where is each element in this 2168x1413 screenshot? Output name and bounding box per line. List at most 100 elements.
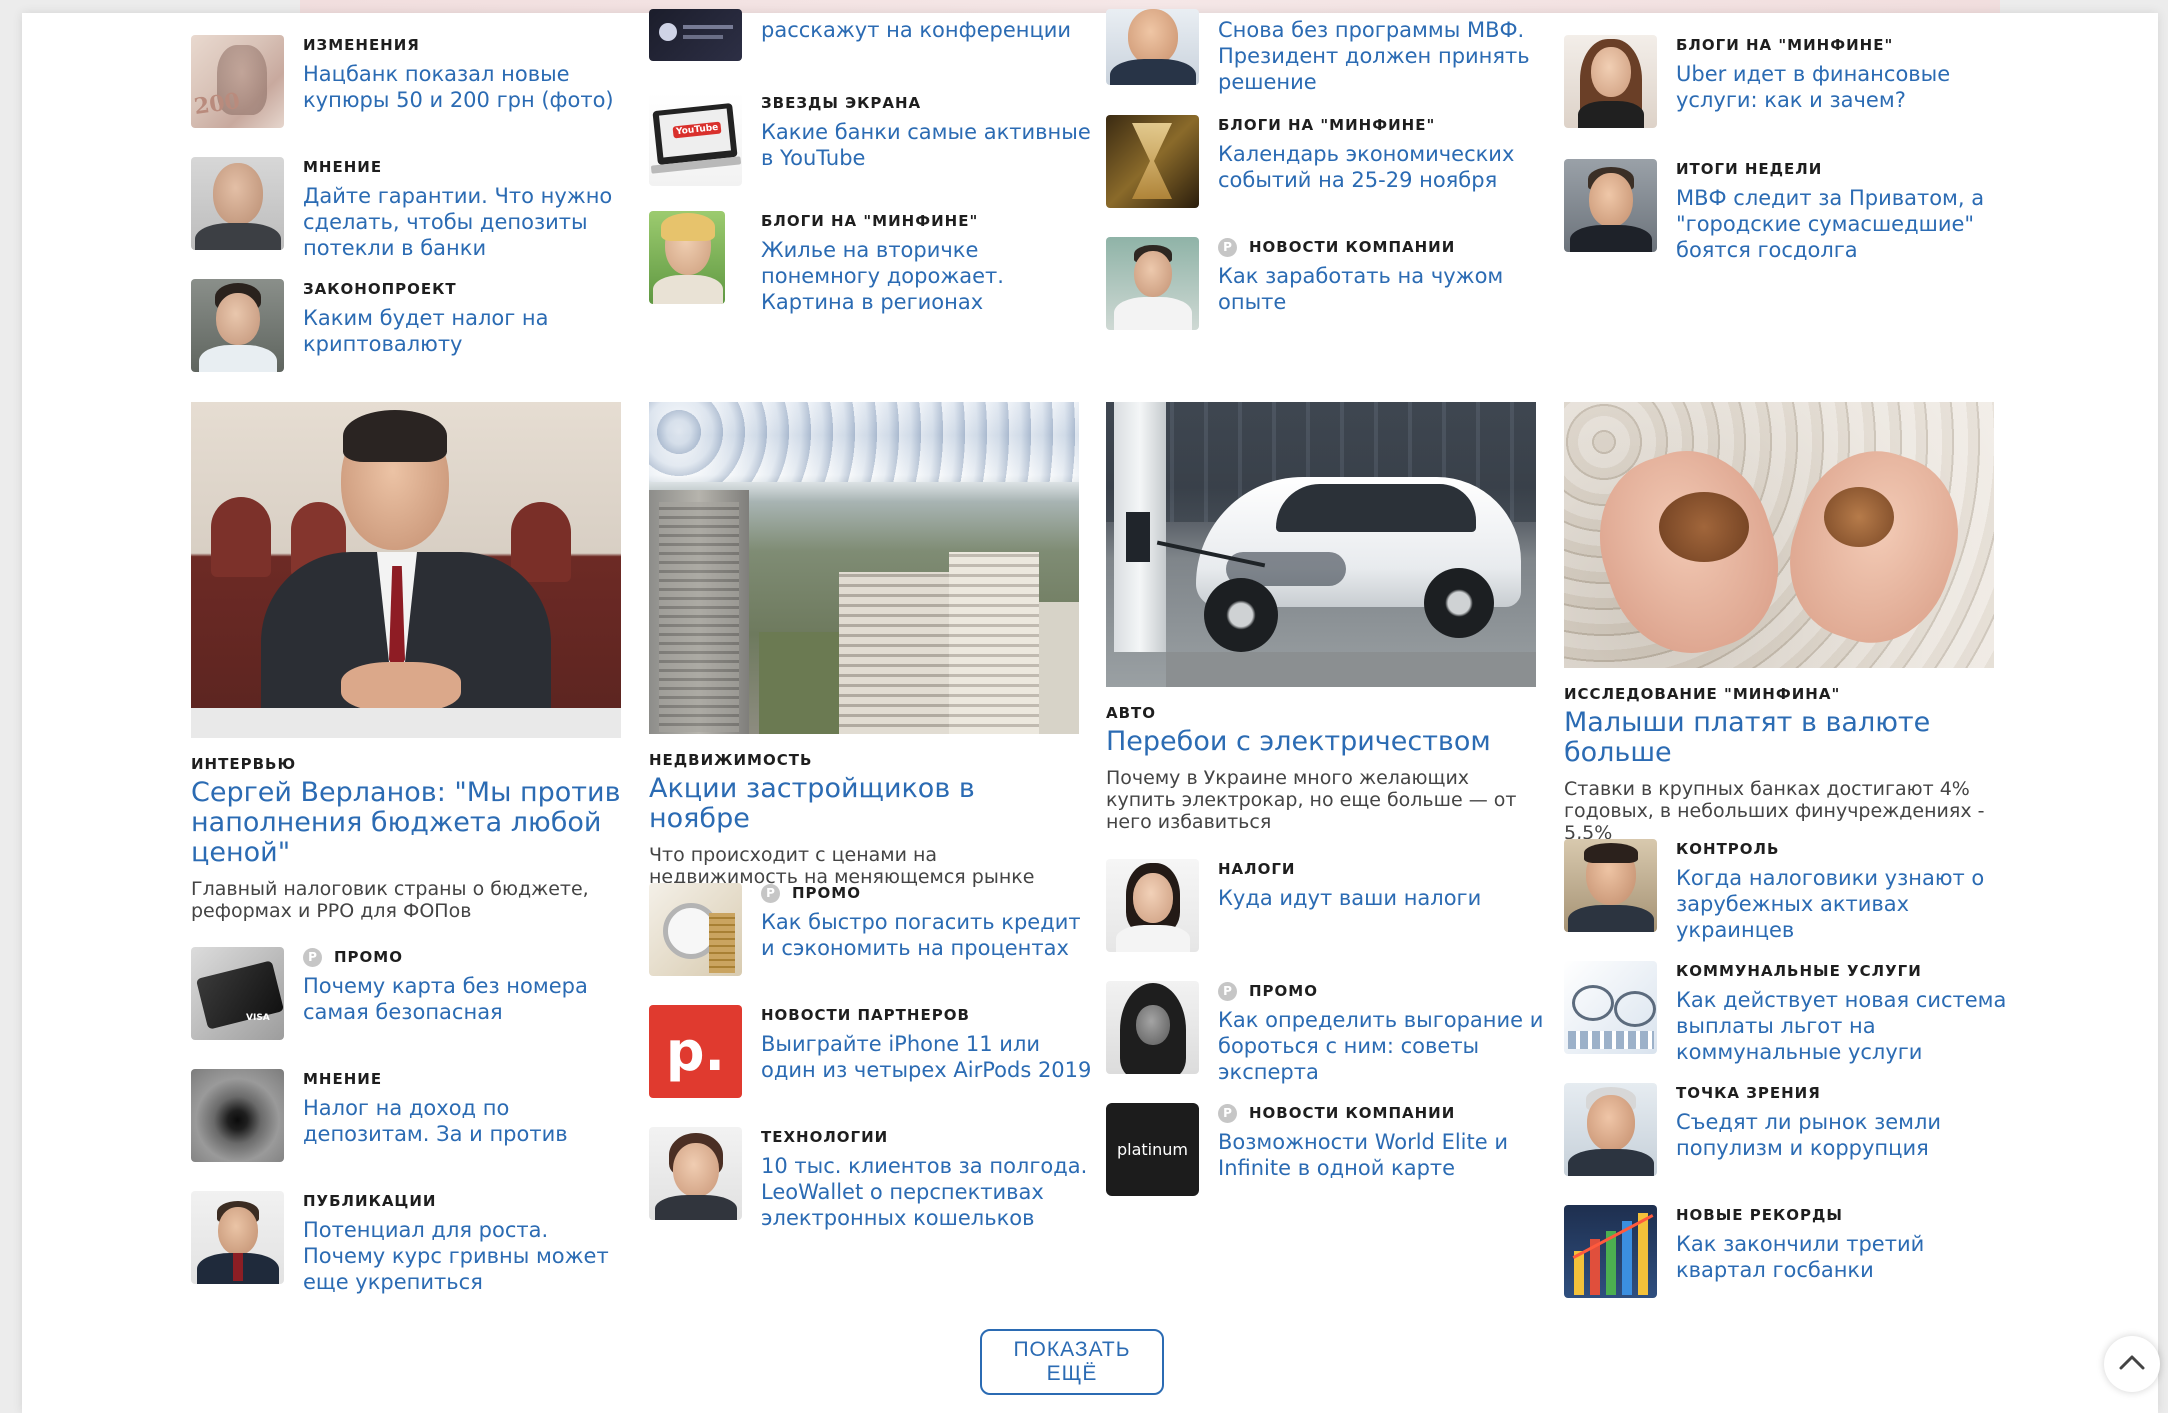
author-photo[interactable]: [1106, 859, 1199, 952]
banknote-thumbnail[interactable]: 200: [191, 35, 284, 128]
headline-link[interactable]: Нацбанк показал новые купюры 50 и 200 гр…: [303, 61, 636, 113]
news-item[interactable]: ПУБЛИКАЦИИ Потенциал для роста. Почему к…: [191, 1191, 636, 1294]
headline-link[interactable]: Налог на доход по депозитам. За и против: [303, 1095, 636, 1147]
headline-link[interactable]: Как быстро погасить кредит и сэкономить …: [761, 909, 1094, 961]
stopwatch-coins-thumbnail[interactable]: [649, 883, 742, 976]
author-photo[interactable]: [1106, 9, 1199, 85]
headline-link[interactable]: Как заработать на чужом опыте: [1218, 263, 1551, 315]
category-label: P НОВОСТИ КОМПАНИИ: [1218, 237, 1551, 257]
promo-badge-icon: P: [1218, 237, 1237, 257]
headline-link[interactable]: Дайте гарантии. Что нужно сделать, чтобы…: [303, 183, 636, 261]
author-photo[interactable]: [649, 1127, 742, 1220]
news-item[interactable]: НОВЫЕ РЕКОРДЫ Как закончили третий кварт…: [1564, 1205, 2009, 1305]
news-item[interactable]: p. НОВОСТИ ПАРТНЕРОВ Выиграйте iPhone 11…: [649, 1005, 1094, 1105]
bar-chart-thumbnail[interactable]: [1564, 1205, 1657, 1298]
author-photo[interactable]: [1564, 839, 1657, 932]
news-item[interactable]: ТОЧКА ЗРЕНИЯ Съедят ли рынок земли попул…: [1564, 1083, 2009, 1183]
author-photo[interactable]: [649, 211, 725, 304]
featured-headline-link[interactable]: Акции застройщиков в ноябре: [649, 774, 1079, 834]
headline-link[interactable]: МВФ следит за Приватом, а "городские сум…: [1676, 185, 2009, 263]
category-label: P ПРОМО: [761, 883, 1094, 903]
author-photo[interactable]: [1106, 237, 1199, 330]
news-item[interactable]: БЛОГИ НА "МИНФИНЕ" Жилье на вторичке пон…: [649, 211, 1094, 314]
news-item[interactable]: P ПРОМО Как определить выгорание и борот…: [1106, 981, 1551, 1084]
news-item[interactable]: КОНТРОЛЬ Когда налоговики узнают о заруб…: [1564, 839, 2009, 942]
news-item[interactable]: КОММУНАЛЬНЫЕ УСЛУГИ Как действует новая …: [1564, 961, 2009, 1064]
headline-link[interactable]: Какие банки самые активные в YouTube: [761, 119, 1094, 171]
headline-link[interactable]: Снова без программы МВФ. Президент долже…: [1218, 17, 1551, 95]
news-item[interactable]: YouTube ЗВЕЗДЫ ЭКРАНА Какие банки самые …: [649, 93, 1094, 193]
featured-description: Ставки в крупных банках достигают 4% год…: [1564, 778, 1985, 844]
news-item[interactable]: Снова без программы МВФ. Президент долже…: [1106, 9, 1551, 109]
featured-article[interactable]: ИССЛЕДОВАНИЕ "МИНФИНА" Малыши платят в в…: [1564, 402, 1994, 844]
hourglass-thumbnail[interactable]: [1106, 115, 1199, 208]
glasses-thumbnail[interactable]: [1564, 961, 1657, 1054]
news-item[interactable]: НАЛОГИ Куда идут ваши налоги: [1106, 859, 1551, 959]
author-photo[interactable]: [191, 157, 284, 250]
promo-badge-icon: P: [1218, 1103, 1237, 1123]
category-label: P ПРОМО: [303, 947, 636, 967]
headline-link[interactable]: 10 тыс. клиентов за полгода. LeoWallet о…: [761, 1153, 1094, 1231]
card-thumbnail[interactable]: VISA: [191, 947, 284, 1040]
headline-link[interactable]: Когда налоговики узнают о зарубежных акт…: [1676, 865, 2009, 943]
author-photo[interactable]: [191, 1191, 284, 1284]
news-item[interactable]: VISA P ПРОМО Почему карта без номера сам…: [191, 947, 636, 1047]
news-item[interactable]: ТЕХНОЛОГИИ 10 тыс. клиентов за полгода. …: [649, 1127, 1094, 1230]
conference-thumbnail[interactable]: [649, 9, 742, 61]
partner-logo-text: p.: [665, 1019, 726, 1083]
partner-logo[interactable]: p.: [649, 1005, 742, 1098]
author-photo[interactable]: [1564, 159, 1657, 252]
category-label: ЗАКОНОПРОЕКТ: [303, 280, 457, 298]
interview-photo[interactable]: [191, 402, 621, 738]
headline-link[interactable]: Как действует новая система выплаты льго…: [1676, 987, 2009, 1065]
category-label: ПУБЛИКАЦИИ: [303, 1192, 437, 1210]
news-item[interactable]: МНЕНИЕ Налог на доход по депозитам. За и…: [191, 1069, 636, 1169]
news-item[interactable]: МНЕНИЕ Дайте гарантии. Что нужно сделать…: [191, 157, 636, 260]
news-item[interactable]: platinum P НОВОСТИ КОМПАНИИ Возможности …: [1106, 1103, 1551, 1203]
headline-link[interactable]: Календарь экономических событий на 25-29…: [1218, 141, 1551, 193]
news-feed-page: 200 ИЗМЕНЕНИЯ Нацбанк показал новые купю…: [22, 9, 2158, 1413]
drain-hole-thumbnail[interactable]: [191, 1069, 284, 1162]
electric-car-photo[interactable]: [1106, 402, 1536, 687]
category-label: НОВОСТИ ПАРТНЕРОВ: [761, 1006, 970, 1024]
promo-badge-icon: P: [761, 883, 780, 903]
scroll-to-top-button[interactable]: [2104, 1336, 2160, 1392]
author-photo[interactable]: [191, 279, 284, 372]
headline-link[interactable]: Потенциал для роста. Почему курс гривны …: [303, 1217, 636, 1295]
headline-link[interactable]: Возможности World Elite и Infinite в одн…: [1218, 1129, 1551, 1181]
category-label: НАЛОГИ: [1218, 860, 1296, 878]
headline-link[interactable]: Как определить выгорание и бороться с ни…: [1218, 1007, 1551, 1085]
headline-link[interactable]: расскажут на конференции: [761, 17, 1094, 43]
featured-article[interactable]: ИНТЕРВЬЮ Сергей Верланов: "Мы против нап…: [191, 402, 621, 922]
news-item[interactable]: P ПРОМО Как быстро погасить кредит и сэк…: [649, 883, 1094, 983]
headline-link[interactable]: Как закончили третий квартал госбанки: [1676, 1231, 2009, 1283]
featured-headline-link[interactable]: Малыши платят в валюте больше: [1564, 708, 1994, 768]
featured-headline-link[interactable]: Перебои с электричеством: [1106, 727, 1536, 757]
featured-article[interactable]: АВТО Перебои с электричеством Почему в У…: [1106, 402, 1536, 833]
author-photo[interactable]: [1564, 1083, 1657, 1176]
author-photo[interactable]: [1564, 35, 1657, 128]
load-more-button[interactable]: ПОКАЗАТЬ ЕЩЁ: [980, 1329, 1164, 1395]
news-item[interactable]: БЛОГИ НА "МИНФИНЕ" Uber идет в финансовы…: [1564, 35, 2009, 135]
platinum-card-logo[interactable]: platinum: [1106, 1103, 1199, 1196]
news-item[interactable]: 200 ИЗМЕНЕНИЯ Нацбанк показал новые купю…: [191, 35, 636, 135]
headline-link[interactable]: Uber идет в финансовые услуги: как и зач…: [1676, 61, 2009, 113]
city-buildings-photo[interactable]: [649, 402, 1079, 734]
news-item[interactable]: ЗАКОНОПРОЕКТ Каким будет налог на крипто…: [191, 279, 636, 379]
category-label: БЛОГИ НА "МИНФИНЕ": [1218, 116, 1436, 134]
headline-link[interactable]: Каким будет налог на криптовалюту: [303, 305, 636, 357]
category-label: ИТОГИ НЕДЕЛИ: [1676, 160, 1823, 178]
laptop-thumbnail[interactable]: YouTube: [649, 93, 742, 186]
featured-article[interactable]: НЕДВИЖИМОСТЬ Акции застройщиков в ноябре…: [649, 402, 1079, 888]
featured-headline-link[interactable]: Сергей Верланов: "Мы против наполнения б…: [191, 778, 621, 868]
headline-link[interactable]: Съедят ли рынок земли популизм и коррупц…: [1676, 1109, 2009, 1161]
news-item[interactable]: P НОВОСТИ КОМПАНИИ Как заработать на чуж…: [1106, 237, 1551, 337]
news-item[interactable]: БЛОГИ НА "МИНФИНЕ" Календарь экономическ…: [1106, 115, 1551, 215]
headline-link[interactable]: Почему карта без номера самая безопасная: [303, 973, 636, 1025]
hooded-person-thumbnail[interactable]: [1106, 981, 1199, 1074]
news-item[interactable]: ИТОГИ НЕДЕЛИ МВФ следит за Приватом, а "…: [1564, 159, 2009, 262]
headline-link[interactable]: Куда идут ваши налоги: [1218, 885, 1551, 911]
headline-link[interactable]: Жилье на вторичке понемногу дорожает. Ка…: [761, 237, 1094, 315]
coins-in-hands-photo[interactable]: [1564, 402, 1994, 668]
headline-link[interactable]: Выиграйте iPhone 11 или один из четырех …: [761, 1031, 1094, 1083]
